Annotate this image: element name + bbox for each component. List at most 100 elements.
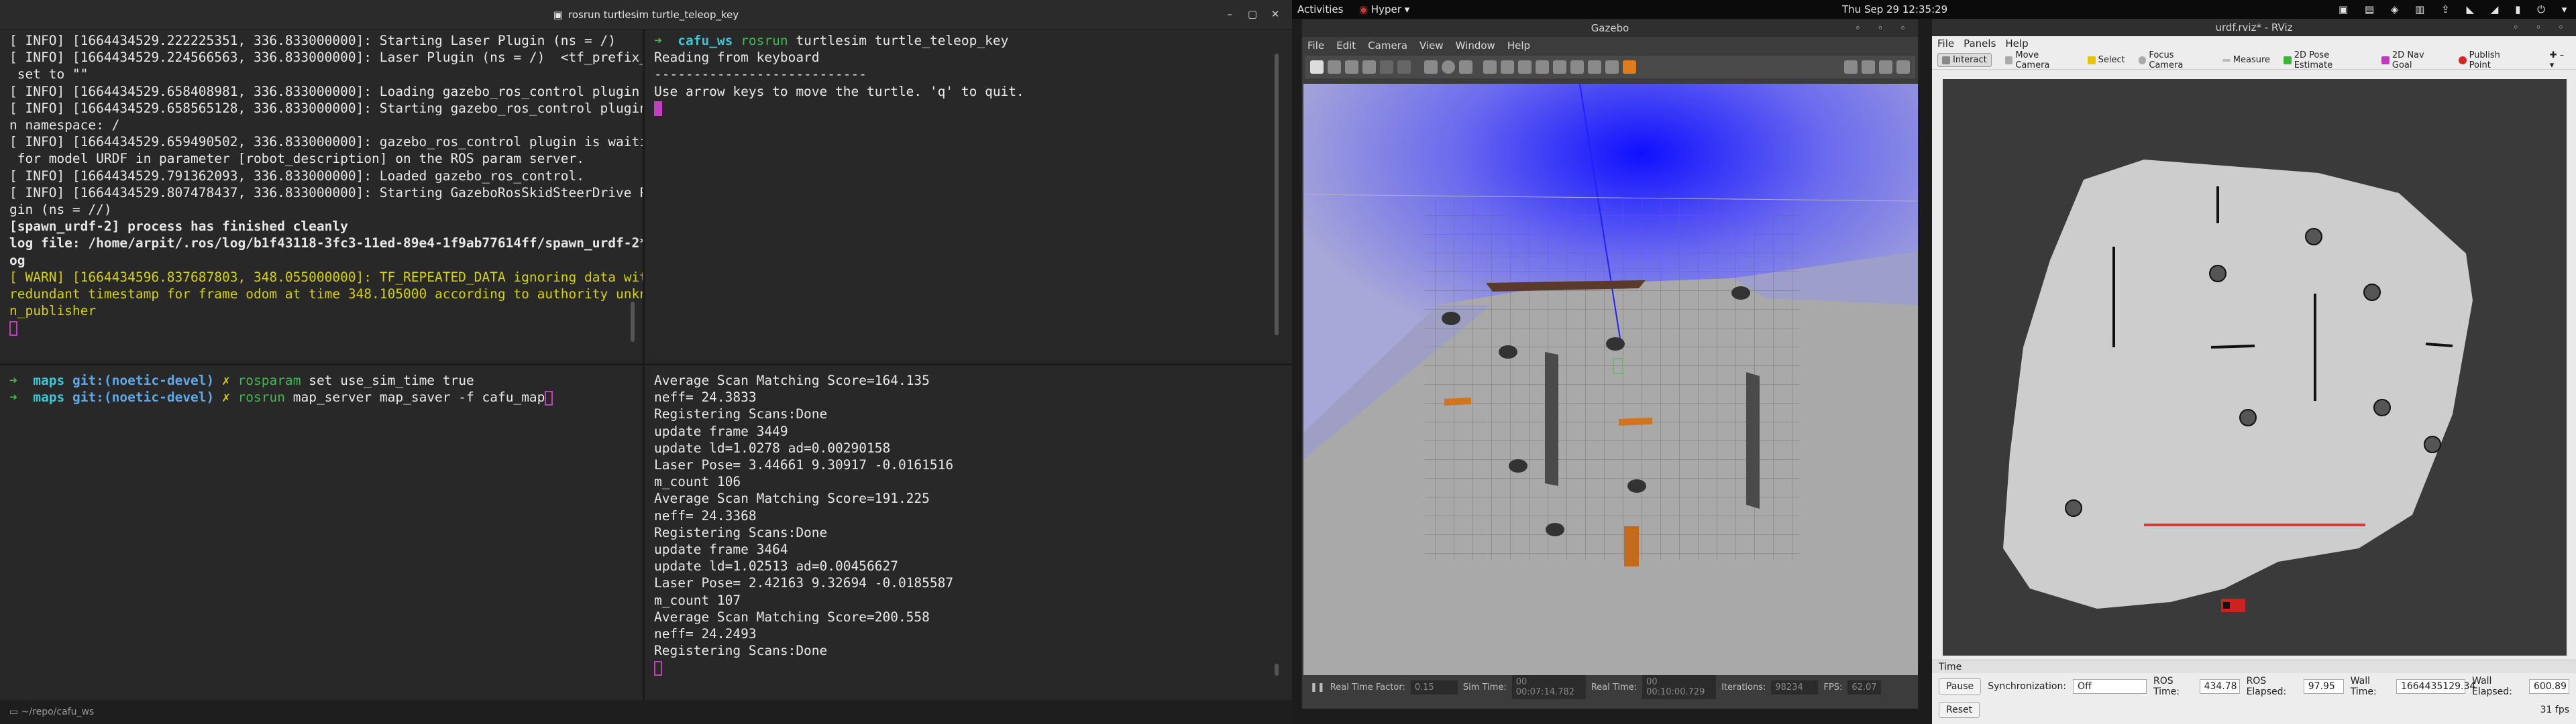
prompt-arrow: ➜: [654, 33, 678, 48]
clock[interactable]: Thu Sep 29 12:35:29: [1842, 3, 1947, 15]
output-line: Registering Scans:Done: [654, 406, 828, 422]
tool-measure[interactable]: Measure: [2222, 55, 2270, 65]
tool-publish-point[interactable]: Publish Point: [2458, 50, 2523, 70]
rviz-title: urdf.rviz* - RViz: [2215, 21, 2293, 34]
align-icon[interactable]: [1570, 60, 1584, 74]
close-icon[interactable]: ✕: [1267, 5, 1284, 23]
scrollbar[interactable]: [631, 302, 635, 342]
sphere-icon[interactable]: [1442, 60, 1455, 74]
sync-select[interactable]: Off: [2073, 679, 2147, 694]
tray-icons[interactable]: ▣ ▤ ◈ ▥ ⇪ ◣ ◢ ▮ ⏻ ▾: [2339, 3, 2573, 15]
undo-icon[interactable]: [1380, 60, 1393, 74]
maximize-icon[interactable]: ▢: [1244, 5, 1261, 23]
wall-time-label: Wall Time:: [2350, 676, 2377, 697]
scrollbar[interactable]: [1275, 664, 1279, 676]
output-line: Reading from keyboard: [654, 50, 820, 66]
sim-time-label: Sim Time:: [1462, 682, 1507, 692]
pause-icon[interactable]: ❚❚: [1310, 682, 1325, 692]
sync-label: Synchronization:: [1988, 681, 2067, 692]
terminal-statusbar: ▭ ~/repo/cafu_ws: [0, 700, 1292, 724]
ros-elapsed-label: ROS Elapsed:: [2246, 676, 2287, 697]
scale-icon[interactable]: [1362, 60, 1376, 74]
cursor: [545, 390, 553, 406]
tool-2d-nav-goal[interactable]: 2D Nav Goal: [2381, 50, 2445, 70]
wall-elapsed-label: Wall Elapsed:: [2472, 676, 2512, 697]
point-light-icon[interactable]: [1483, 60, 1497, 74]
redo-icon[interactable]: [1397, 60, 1411, 74]
menu-file[interactable]: File: [1937, 38, 1954, 50]
box-icon[interactable]: [1424, 60, 1438, 74]
terminal-pane-bottom-right[interactable]: Average Scan Matching Score=164.135 neff=…: [645, 365, 1292, 700]
pane-divider-horizontal[interactable]: [0, 363, 1292, 365]
rviz-menubar: File Panels Help: [1932, 36, 2576, 51]
terminal-pane-bottom-left[interactable]: ➜ maps git:(noetic-devel) ✗ rosparam set…: [0, 365, 643, 700]
rotate-icon[interactable]: [1345, 60, 1358, 74]
menu-view[interactable]: View: [1419, 40, 1444, 52]
rviz-map-graphic: [1943, 79, 2567, 656]
log-line: redundant timestamp for frame odom at ti…: [9, 286, 643, 302]
gazebo-3d-scene[interactable]: [1303, 84, 1918, 675]
sim-time-value: 00 00:07:14.782: [1511, 675, 1586, 699]
menu-window[interactable]: Window: [1456, 40, 1495, 52]
snap-icon[interactable]: [1588, 60, 1601, 74]
select-icon: [2087, 56, 2096, 64]
measure-icon: [2222, 58, 2231, 62]
menu-edit[interactable]: Edit: [1336, 40, 1356, 52]
add-tool-icon[interactable]: ✚ – ▾: [2550, 50, 2571, 70]
cylinder-icon[interactable]: [1459, 60, 1472, 74]
copy-icon[interactable]: [1536, 60, 1549, 74]
menu-panels[interactable]: Panels: [1964, 38, 1996, 50]
tool-2d-pose-estimate[interactable]: 2D Pose Estimate: [2284, 50, 2368, 70]
spot-light-icon[interactable]: [1501, 60, 1514, 74]
select-mode-icon[interactable]: [1310, 60, 1324, 74]
tool-select[interactable]: Select: [2087, 55, 2125, 65]
paste-icon[interactable]: [1553, 60, 1566, 74]
app-icon: ◉: [1359, 3, 1371, 15]
tool-focus-camera[interactable]: Focus Camera: [2138, 50, 2209, 70]
video-icon[interactable]: [1896, 60, 1910, 74]
terminal-title: rosrun turtlesim turtle_teleop_key: [568, 8, 739, 21]
activities-button[interactable]: Activities: [1297, 3, 1343, 15]
scrollbar[interactable]: [1275, 54, 1279, 335]
output-line: Registering Scans:Done: [654, 524, 828, 540]
window-controls[interactable]: ◦ ◦ ◦: [2513, 19, 2571, 36]
window-controls[interactable]: ◦ ◦ ◦: [1855, 19, 1913, 37]
system-topbar: Activities ◉ Hyper ▾ Thu Sep 29 12:35:29…: [1292, 0, 2576, 19]
cursor: [654, 101, 662, 117]
terminal-pane-top-left[interactable]: [ INFO] [1664434529.222225351, 336.83300…: [0, 29, 643, 363]
wall-time-value: 1664435129.34: [2396, 679, 2475, 694]
translate-icon[interactable]: [1328, 60, 1341, 74]
minimize-icon[interactable]: –: [1221, 5, 1238, 23]
output-line: m_count 106: [654, 474, 741, 490]
terminal-window: ▣ rosrun turtlesim turtle_teleop_key – ▢…: [0, 0, 1292, 724]
real-time-label: Real Time:: [1591, 682, 1638, 692]
log-line: [ INFO] [1664434529.222225351, 336.83300…: [9, 33, 616, 48]
output-line: Laser Pose= 3.44661 9.30917 -0.0161516: [654, 457, 954, 473]
app-menu[interactable]: ◉ Hyper ▾: [1359, 3, 1409, 15]
tool-interact[interactable]: Interact: [1937, 53, 1992, 67]
reset-button[interactable]: Reset: [1939, 702, 1980, 718]
tool-label: Move Camera: [2015, 50, 2050, 70]
wall-elapsed-value: 600.89: [2528, 679, 2569, 694]
log-icon[interactable]: [1862, 60, 1875, 74]
terminal-pane-top-right[interactable]: ➜ cafu_ws rosrun turtlesim turtle_teleop…: [645, 29, 1292, 363]
change-view-icon[interactable]: [1623, 60, 1636, 74]
tool-move-camera[interactable]: Move Camera: [2004, 50, 2074, 70]
plot-icon[interactable]: [1879, 60, 1892, 74]
menu-help[interactable]: Help: [2005, 38, 2028, 50]
pause-button[interactable]: Pause: [1939, 678, 1982, 695]
menu-file[interactable]: File: [1307, 40, 1324, 52]
menu-help[interactable]: Help: [1507, 40, 1530, 52]
log-line: [ INFO] [1664434529.791362093, 336.83300…: [9, 168, 585, 184]
rviz-3d-view[interactable]: [1943, 79, 2567, 656]
cwd-path: ~/repo/cafu_ws: [21, 707, 95, 717]
output-line: m_count 107: [654, 592, 741, 608]
directional-light-icon[interactable]: [1518, 60, 1532, 74]
output-line: Average Scan Matching Score=164.135: [654, 373, 930, 388]
fps-value: 62.07: [1847, 680, 1882, 695]
prompt-arrow: ➜: [9, 389, 34, 406]
screenshot-icon[interactable]: [1844, 60, 1858, 74]
output-line: Use arrow keys to move the turtle. 'q' t…: [654, 83, 1024, 99]
menu-camera[interactable]: Camera: [1368, 40, 1407, 52]
magnet-icon[interactable]: [1605, 60, 1619, 74]
